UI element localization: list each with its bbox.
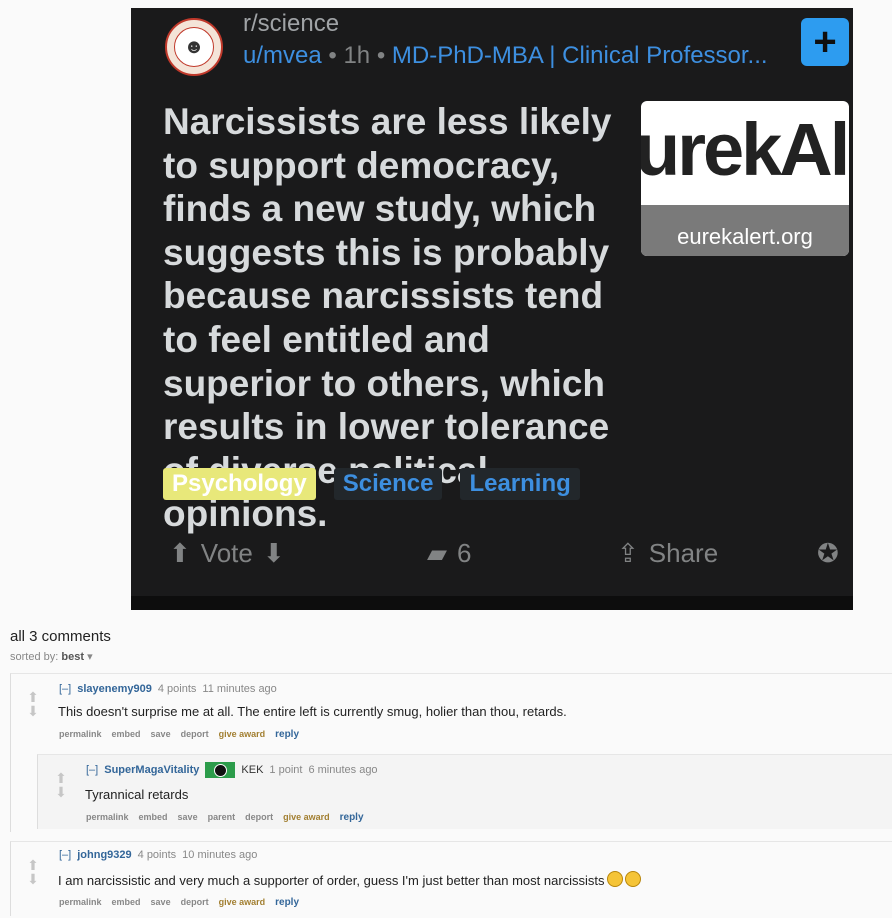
laughing-emoji-icon xyxy=(606,871,623,887)
post-author[interactable]: u/mvea xyxy=(243,42,322,69)
save-button[interactable]: save xyxy=(151,729,171,740)
vote-arrows: ⬆ ⬇ xyxy=(54,771,68,799)
give-award-button[interactable]: give award xyxy=(219,729,266,740)
collapse-toggle[interactable]: [–] xyxy=(86,764,98,776)
downvote-arrow-icon[interactable]: ⬇ xyxy=(54,785,68,799)
comment-tagline: [–] SuperMagaVitality KEK 1 point 6 minu… xyxy=(86,762,378,778)
comment-reply: ⬆ ⬇ [–] SuperMagaVitality KEK 1 point 6 … xyxy=(37,754,892,829)
comment-author[interactable]: SuperMagaVitality xyxy=(104,764,199,776)
comments-button[interactable]: ▰ 6 xyxy=(427,538,471,569)
comment-body: I am narcissistic and very much a suppor… xyxy=(58,871,641,888)
card-footer-bar xyxy=(131,596,853,610)
deport-button[interactable]: deport xyxy=(245,812,273,823)
award-button[interactable]: ✪ xyxy=(817,538,839,569)
vote-group: ⬆ Vote ⬇ xyxy=(169,538,285,569)
share-icon: ⇪ xyxy=(617,538,639,568)
comment-tagline: [–] slayenemy909 4 points 11 minutes ago xyxy=(59,683,277,695)
share-label: Share xyxy=(648,538,719,568)
author-flair: MD-PhD-MBA | Clinical Professor... xyxy=(391,42,768,69)
reply-button[interactable]: reply xyxy=(340,812,364,823)
comment-icon: ▰ xyxy=(427,538,447,568)
collapse-toggle[interactable]: [–] xyxy=(59,683,71,695)
sort-label: sorted by: xyxy=(10,651,59,663)
tag-learning[interactable]: Learning xyxy=(460,468,580,500)
upvote-icon[interactable]: ⬆ xyxy=(169,538,191,569)
subreddit-avatar[interactable]: ☻ xyxy=(165,18,223,76)
laughing-emoji-icon xyxy=(624,871,641,887)
post-actions: ⬆ Vote ⬇ ▰ 6 ⇪ Share ✪ xyxy=(131,538,853,574)
user-flair: KEK xyxy=(241,764,264,776)
kek-flag-icon xyxy=(205,762,236,778)
comment-score: 4 points xyxy=(157,683,197,695)
permalink-button[interactable]: permalink xyxy=(86,812,129,823)
reddit-alien-icon: ☻ xyxy=(174,27,214,67)
permalink-button[interactable]: permalink xyxy=(59,897,102,908)
comment-author[interactable]: slayenemy909 xyxy=(77,683,152,695)
comments-count[interactable]: all 3 comments xyxy=(10,628,111,645)
comment-buttons: permalink embed save deport give award r… xyxy=(59,729,299,740)
comment-age: 6 minutes ago xyxy=(308,764,378,776)
parent-button[interactable]: parent xyxy=(208,812,236,823)
upvote-arrow-icon[interactable]: ⬆ xyxy=(26,690,40,704)
comment-body-text: I am narcissistic and very much a suppor… xyxy=(58,873,605,888)
meta-separator: • xyxy=(328,42,344,69)
downvote-arrow-icon[interactable]: ⬇ xyxy=(26,872,40,886)
comment-age: 10 minutes ago xyxy=(182,849,258,861)
save-button[interactable]: save xyxy=(151,897,171,908)
tag-science[interactable]: Science xyxy=(333,468,443,500)
meta-separator: • xyxy=(376,42,392,69)
comment-age: 11 minutes ago xyxy=(202,683,277,695)
post-card: ☻ r/science u/mvea • 1h • MD-PhD-MBA | C… xyxy=(131,8,853,610)
comment-buttons: permalink embed save parent deport give … xyxy=(86,812,364,823)
vote-arrows: ⬆ ⬇ xyxy=(26,690,40,718)
sort-menu[interactable]: sorted by: best ▾ xyxy=(10,650,93,663)
deport-button[interactable]: deport xyxy=(181,897,209,908)
post-meta: u/mvea • 1h • MD-PhD-MBA | Clinical Prof… xyxy=(243,42,768,70)
deport-button[interactable]: deport xyxy=(181,729,209,740)
chevron-down-icon[interactable]: ▾ xyxy=(87,651,93,663)
comment-score: 4 points xyxy=(137,849,177,861)
upvote-arrow-icon[interactable]: ⬆ xyxy=(26,858,40,872)
comment-body: Tyrannical retards xyxy=(85,787,189,802)
post-tags: Psychology Science Learning xyxy=(163,468,580,500)
vote-arrows: ⬆ ⬇ xyxy=(26,858,40,886)
tag-psychology[interactable]: Psychology xyxy=(163,468,316,500)
plus-icon: + xyxy=(813,20,837,64)
subreddit-name[interactable]: r/science xyxy=(243,10,339,38)
comment-score: 1 point xyxy=(269,764,303,776)
give-award-button[interactable]: give award xyxy=(219,897,266,908)
save-button[interactable]: save xyxy=(178,812,198,823)
permalink-button[interactable]: permalink xyxy=(59,729,102,740)
comment-body: This doesn't surprise me at all. The ent… xyxy=(58,704,567,719)
comment-buttons: permalink embed save deport give award r… xyxy=(59,897,299,908)
comment: ⬆ ⬇ [–] johng9329 4 points 10 minutes ag… xyxy=(10,841,892,916)
downvote-icon[interactable]: ⬇ xyxy=(263,538,285,569)
comment-author[interactable]: johng9329 xyxy=(77,849,131,861)
vote-label: Vote xyxy=(200,538,253,568)
reply-button[interactable]: reply xyxy=(275,897,299,908)
share-button[interactable]: ⇪ Share xyxy=(617,538,718,569)
comment-count: 6 xyxy=(457,538,472,568)
give-award-button[interactable]: give award xyxy=(283,812,330,823)
downvote-arrow-icon[interactable]: ⬇ xyxy=(26,704,40,718)
upvote-arrow-icon[interactable]: ⬆ xyxy=(54,771,68,785)
collapse-toggle[interactable]: [–] xyxy=(59,849,71,861)
award-icon: ✪ xyxy=(817,538,839,568)
embed-button[interactable]: embed xyxy=(112,729,141,740)
reply-button[interactable]: reply xyxy=(275,729,299,740)
sort-value[interactable]: best xyxy=(61,651,84,663)
embed-button[interactable]: embed xyxy=(112,897,141,908)
embed-button[interactable]: embed xyxy=(139,812,168,823)
post-age: 1h xyxy=(343,42,371,69)
join-button[interactable]: + xyxy=(801,18,849,66)
comment-tagline: [–] johng9329 4 points 10 minutes ago xyxy=(59,849,257,861)
